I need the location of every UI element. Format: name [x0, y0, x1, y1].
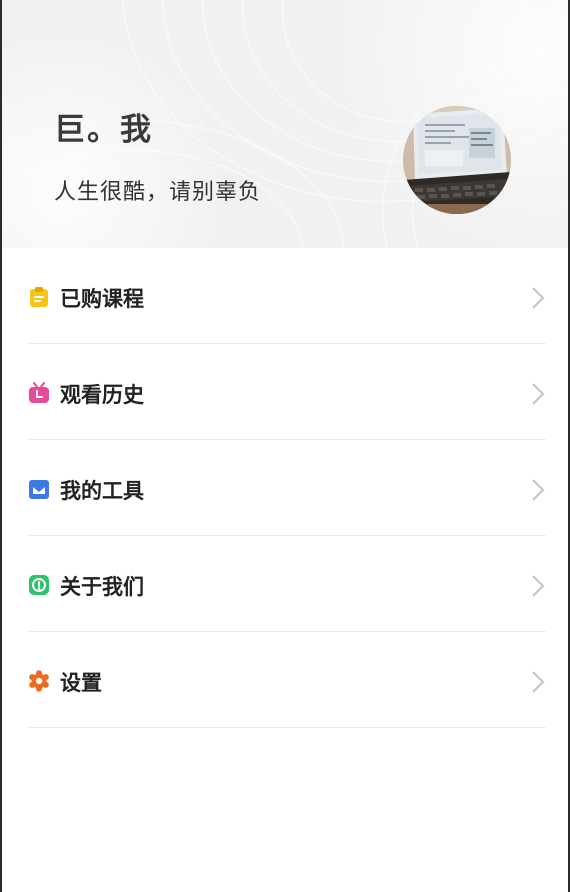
avatar-photo — [403, 106, 511, 214]
chevron-right-icon — [532, 479, 545, 501]
menu-item-label: 已购课程 — [60, 287, 144, 311]
chevron-right-icon — [532, 671, 545, 693]
info-icon — [29, 575, 49, 595]
gear-icon — [29, 670, 49, 692]
menu-list: 已购课程 观看历史 我的工具 关于我们 设置 — [2, 248, 568, 728]
menu-item-label: 关于我们 — [60, 575, 144, 599]
chevron-right-icon — [532, 575, 545, 597]
chevron-right-icon — [532, 287, 545, 309]
menu-item-my-tools[interactable]: 我的工具 — [2, 440, 568, 536]
menu-item-label: 我的工具 — [60, 479, 144, 503]
menu-item-settings[interactable]: 设置 — [2, 632, 568, 728]
menu-item-purchased-courses[interactable]: 已购课程 — [2, 248, 568, 344]
menu-item-label: 设置 — [60, 671, 102, 695]
divider — [28, 727, 546, 728]
tv-icon — [29, 382, 49, 403]
menu-item-label: 观看历史 — [60, 383, 144, 407]
profile-header: 巨。我 人生很酷，请别辜负 — [2, 0, 568, 248]
app-screen: 巨。我 人生很酷，请别辜负 已购课程 观看历史 我的工具 关于我们 设置 — [0, 0, 570, 892]
chevron-right-icon — [532, 383, 545, 405]
avatar[interactable] — [403, 106, 511, 214]
user-nickname: 巨。我 — [54, 112, 153, 148]
clipboard-icon — [30, 287, 48, 307]
menu-item-watch-history[interactable]: 观看历史 — [2, 344, 568, 440]
user-motto: 人生很酷，请别辜负 — [54, 180, 262, 205]
toolbox-icon — [29, 480, 49, 499]
menu-item-about-us[interactable]: 关于我们 — [2, 536, 568, 632]
